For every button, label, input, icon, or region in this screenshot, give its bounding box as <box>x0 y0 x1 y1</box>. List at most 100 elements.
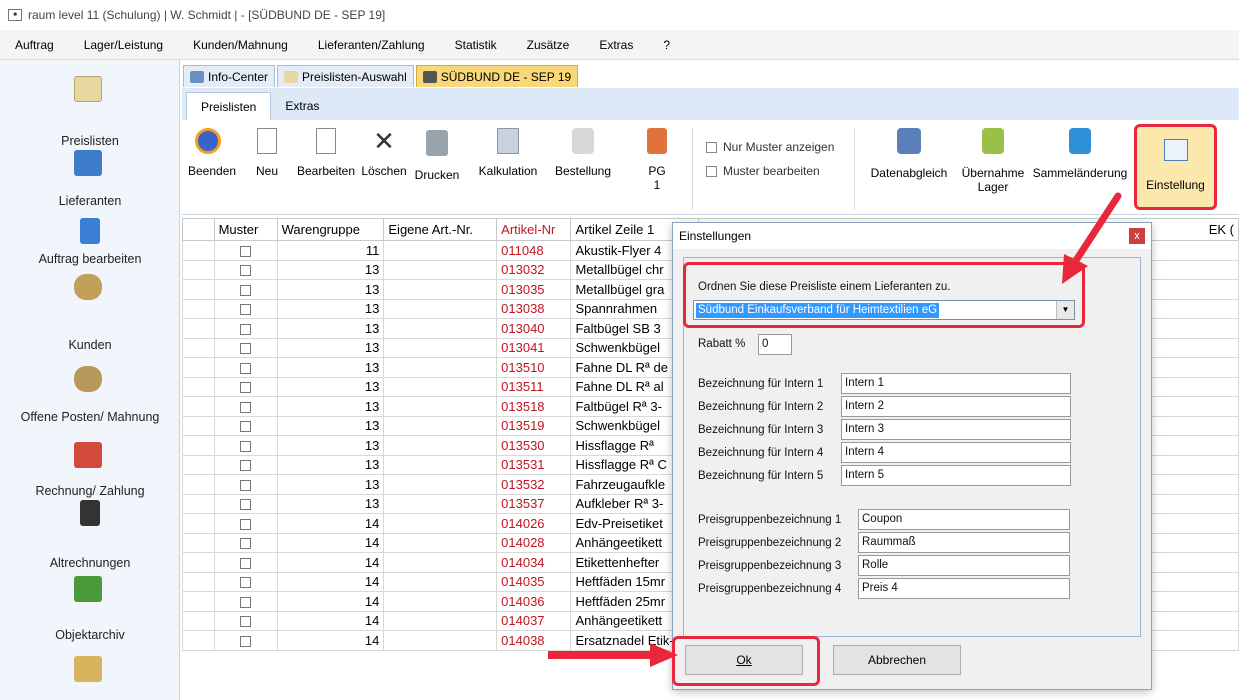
eigene-artnr-cell[interactable] <box>383 532 498 553</box>
eigene-artnr-cell[interactable] <box>383 454 498 475</box>
menu-lager-leistung[interactable]: Lager/Leistung <box>69 38 178 52</box>
customers-icon[interactable] <box>74 274 102 300</box>
artikel-nr-cell[interactable]: 013537 <box>496 493 572 514</box>
warengruppe-cell[interactable]: 13 <box>276 279 385 300</box>
muster-cell[interactable] <box>213 318 278 339</box>
muster-checkbox[interactable] <box>240 635 252 647</box>
row-header-cell[interactable] <box>182 532 215 553</box>
loeschen-button[interactable]: ✕ Löschen <box>360 128 408 178</box>
warengruppe-cell[interactable]: 13 <box>276 474 385 495</box>
kalkulation-button[interactable]: Kalkulation <box>470 128 546 178</box>
row-header-cell[interactable] <box>182 396 215 417</box>
column-eigene-artnr[interactable]: Eigene Art.-Nr. <box>383 218 498 241</box>
muster-cell[interactable] <box>213 571 278 592</box>
warengruppe-cell[interactable]: 13 <box>276 298 385 319</box>
row-header-cell[interactable] <box>182 376 215 397</box>
eigene-artnr-cell[interactable] <box>383 435 498 456</box>
row-header-cell[interactable] <box>182 259 215 280</box>
muster-cell[interactable] <box>213 357 278 378</box>
sidebar-item-altrechnungen[interactable]: Altrechnungen <box>0 556 180 570</box>
eigene-artnr-cell[interactable] <box>383 552 498 573</box>
warengruppe-cell[interactable]: 13 <box>276 415 385 436</box>
bestellung-button[interactable]: Bestellung <box>550 128 616 178</box>
column-artikel-nr[interactable]: Artikel-Nr <box>496 218 572 241</box>
menu-auftrag[interactable]: Auftrag <box>0 38 69 52</box>
row-header-cell[interactable] <box>182 435 215 456</box>
menu-kunden-mahnung[interactable]: Kunden/Mahnung <box>178 38 303 52</box>
row-header-cell[interactable] <box>182 240 215 261</box>
eigene-artnr-cell[interactable] <box>383 610 498 631</box>
muster-checkbox[interactable] <box>240 382 252 394</box>
muster-checkbox[interactable] <box>240 304 252 316</box>
muster-checkbox[interactable] <box>240 460 252 472</box>
warengruppe-cell[interactable]: 14 <box>276 571 385 592</box>
warengruppe-cell[interactable]: 14 <box>276 610 385 631</box>
artikel-nr-cell[interactable]: 013038 <box>496 298 572 319</box>
row-header-cell[interactable] <box>182 474 215 495</box>
bearbeiten-button[interactable]: Bearbeiten <box>294 128 358 178</box>
eigene-artnr-cell[interactable] <box>383 337 498 358</box>
nur-muster-checkbox[interactable]: Nur Muster anzeigen <box>706 140 834 154</box>
ribbon-tab-preislisten[interactable]: Preislisten <box>186 92 272 120</box>
artikel-nr-cell[interactable]: 014037 <box>496 610 572 631</box>
muster-cell[interactable] <box>213 298 278 319</box>
drucken-button[interactable]: Drucken <box>410 130 464 182</box>
sammelaenderung-button[interactable]: Sammeländerung <box>1032 128 1128 180</box>
muster-cell[interactable] <box>213 376 278 397</box>
eigene-artnr-cell[interactable] <box>383 357 498 378</box>
eigene-artnr-cell[interactable] <box>383 493 498 514</box>
artikel-nr-cell[interactable]: 014036 <box>496 591 572 612</box>
object-archive-icon[interactable] <box>74 576 102 602</box>
warengruppe-cell[interactable]: 13 <box>276 376 385 397</box>
warengruppe-cell[interactable]: 13 <box>276 435 385 456</box>
artikel-nr-cell[interactable]: 013035 <box>496 279 572 300</box>
muster-cell[interactable] <box>213 337 278 358</box>
close-icon[interactable]: x <box>1129 228 1145 244</box>
artikel-nr-cell[interactable]: 013040 <box>496 318 572 339</box>
muster-cell[interactable] <box>213 552 278 573</box>
muster-cell[interactable] <box>213 435 278 456</box>
warengruppe-cell[interactable]: 13 <box>276 318 385 339</box>
intern-5-input[interactable]: Intern 5 <box>841 465 1071 486</box>
menu-statistik[interactable]: Statistik <box>440 38 512 52</box>
intern-3-input[interactable]: Intern 3 <box>841 419 1071 440</box>
neu-button[interactable]: Neu <box>252 128 282 178</box>
intern-2-input[interactable]: Intern 2 <box>841 396 1071 417</box>
muster-checkbox[interactable] <box>240 284 252 296</box>
warengruppe-cell[interactable]: 11 <box>276 240 385 261</box>
sidebar-item-lieferanten[interactable]: Lieferanten <box>0 194 180 208</box>
einstellung-button[interactable]: Einstellung <box>1134 124 1217 210</box>
row-header-cell[interactable] <box>182 513 215 534</box>
archive-box-icon[interactable] <box>74 656 102 682</box>
checkbox-box[interactable] <box>706 165 717 177</box>
muster-checkbox[interactable] <box>240 538 252 550</box>
eigene-artnr-cell[interactable] <box>383 376 498 397</box>
row-header-cell[interactable] <box>182 591 215 612</box>
artikel-nr-cell[interactable]: 014028 <box>496 532 572 553</box>
muster-checkbox[interactable] <box>240 577 252 589</box>
muster-cell[interactable] <box>213 610 278 631</box>
muster-checkbox[interactable] <box>240 596 252 608</box>
cancel-button[interactable]: Abbrechen <box>833 645 961 675</box>
checkbox-box[interactable] <box>706 141 717 153</box>
sidebar-item-kunden[interactable]: Kunden <box>0 338 180 352</box>
column-muster[interactable]: Muster <box>213 218 278 241</box>
sidebar-item-objektarchiv[interactable]: Objektarchiv <box>0 628 180 642</box>
menu-lieferanten-zahlung[interactable]: Lieferanten/Zahlung <box>303 38 440 52</box>
muster-bearbeiten-checkbox[interactable]: Muster bearbeiten <box>706 164 820 178</box>
open-items-icon[interactable] <box>74 366 102 392</box>
eigene-artnr-cell[interactable] <box>383 513 498 534</box>
artikel-nr-cell[interactable]: 014034 <box>496 552 572 573</box>
muster-cell[interactable] <box>213 396 278 417</box>
artikel-nr-cell[interactable]: 013518 <box>496 396 572 417</box>
invoice-icon[interactable] <box>74 442 102 468</box>
sidebar-item-auftrag-bearbeiten[interactable]: Auftrag bearbeiten <box>0 252 180 266</box>
menu-zusaetze[interactable]: Zusätze <box>512 38 585 52</box>
beenden-button[interactable]: Beenden <box>188 128 236 178</box>
row-header-cell[interactable] <box>182 610 215 631</box>
row-header-cell[interactable] <box>182 571 215 592</box>
row-header-cell[interactable] <box>182 357 215 378</box>
column-warengruppe[interactable]: Warengruppe <box>276 218 385 241</box>
row-header-cell[interactable] <box>182 493 215 514</box>
artikel-nr-cell[interactable]: 013511 <box>496 376 572 397</box>
